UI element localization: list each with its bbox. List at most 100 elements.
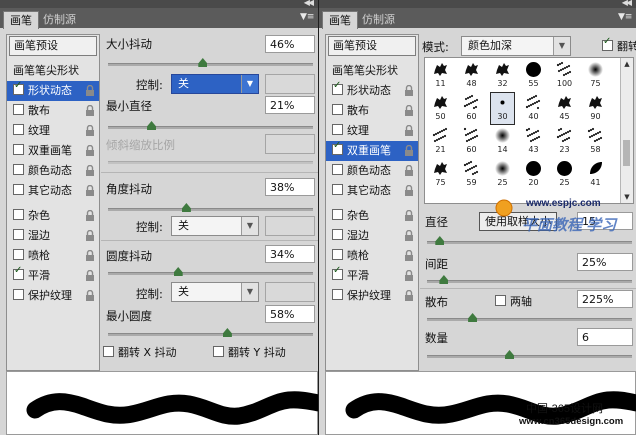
tab-clone-source[interactable]: 仿制源 [356, 11, 401, 28]
sidebar-item-checkbox[interactable] [332, 184, 343, 195]
sidebar-item[interactable]: 平滑 [7, 265, 99, 286]
scatter-slider-thumb[interactable] [468, 313, 478, 322]
sidebar-item[interactable]: 湿边 [326, 226, 418, 246]
both-axes-option[interactable]: 两轴 [495, 293, 532, 309]
brush-presets-button[interactable]: 画笔预设 [328, 36, 416, 56]
mode-select[interactable]: 颜色加深 ▼ [461, 36, 571, 56]
lock-icon[interactable] [404, 185, 414, 197]
lock-icon[interactable] [85, 210, 95, 222]
sidebar-item[interactable]: 其它动态 [326, 181, 418, 201]
sidebar-item-checkbox[interactable] [13, 265, 24, 280]
sidebar-item[interactable]: 其它动态 [7, 181, 99, 201]
brush-tip-cell[interactable]: 23 [553, 126, 576, 157]
spacing-slider-thumb[interactable] [439, 275, 449, 284]
sidebar-item[interactable]: 湿边 [7, 226, 99, 246]
sidebar-item-tip-shape[interactable]: 画笔笔尖形状 [326, 61, 418, 81]
sidebar-item-checkbox[interactable] [13, 124, 24, 135]
brush-tip-cell[interactable]: 75 [584, 60, 607, 91]
brush-tip-cell[interactable]: 58 [584, 126, 607, 157]
sidebar-item[interactable]: 双重画笔 [326, 140, 418, 161]
size-jitter-slider-thumb[interactable] [198, 58, 208, 67]
lock-icon[interactable] [85, 185, 95, 197]
sidebar-item-checkbox[interactable] [332, 124, 343, 135]
sidebar-item-checkbox[interactable] [13, 104, 24, 115]
lock-icon[interactable] [85, 125, 95, 137]
brush-tip-cell[interactable]: 21 [429, 126, 452, 157]
brush-tip-cell[interactable]: 60 [460, 126, 483, 157]
sidebar-item[interactable]: 散布 [7, 101, 99, 121]
lock-icon[interactable] [85, 165, 95, 177]
brush-tip-cell[interactable]: 45 [553, 93, 576, 124]
min-roundness-slider[interactable] [108, 333, 313, 336]
brush-tip-grid[interactable]: 11 48 32 55 100 75 50 60 30 40 45 90 21 60 14 43 23 58 75 5… [424, 57, 634, 204]
spacing-slider[interactable] [427, 280, 632, 283]
sidebar-item-checkbox[interactable] [332, 164, 343, 175]
scatter-slider[interactable] [427, 318, 632, 321]
flip-y-jitter[interactable]: 翻转 Y 抖动 [213, 344, 286, 360]
sidebar-item-checkbox[interactable] [13, 289, 24, 300]
lock-icon[interactable] [404, 270, 414, 282]
lock-icon[interactable] [85, 270, 95, 282]
sidebar-item-checkbox[interactable] [332, 289, 343, 300]
scroll-down-icon[interactable]: ▼ [621, 191, 633, 203]
sidebar-item-checkbox[interactable] [13, 144, 24, 155]
sidebar-item-checkbox[interactable] [332, 104, 343, 115]
lock-icon[interactable] [85, 290, 95, 302]
tab-brush[interactable]: 画笔 [322, 11, 358, 29]
size-jitter-field[interactable]: 46% [265, 35, 315, 53]
sidebar-item[interactable]: 保护纹理 [7, 286, 99, 306]
brush-tip-cell[interactable]: 48 [460, 60, 483, 91]
brush-tip-cell[interactable]: 25 [553, 159, 576, 190]
sidebar-item-checkbox[interactable] [13, 209, 24, 220]
tab-clone-source[interactable]: 仿制源 [37, 11, 82, 28]
count-field[interactable]: 6 [577, 328, 633, 346]
sidebar-item[interactable]: 平滑 [326, 265, 418, 286]
brush-tip-cell[interactable]: 43 [522, 126, 545, 157]
sidebar-item-tip-shape[interactable]: 画笔笔尖形状 [7, 61, 99, 81]
chevron-down-icon[interactable]: ▼ [241, 283, 258, 301]
brush-tip-cell[interactable]: 75 [429, 159, 452, 190]
min-roundness-slider-thumb[interactable] [222, 328, 232, 337]
lock-icon[interactable] [85, 230, 95, 242]
lock-icon[interactable] [85, 105, 95, 117]
brush-tip-cell[interactable]: 11 [429, 60, 452, 91]
scroll-up-icon[interactable]: ▲ [621, 58, 633, 70]
angle-jitter-slider-thumb[interactable] [181, 203, 191, 212]
brush-tip-cell[interactable]: 90 [584, 93, 607, 124]
lock-icon[interactable] [404, 145, 414, 157]
brush-tip-cell[interactable]: 14 [491, 126, 514, 157]
brush-tip-cell[interactable]: 100 [553, 60, 576, 91]
sidebar-item[interactable]: 纹理 [326, 121, 418, 141]
scatter-field[interactable]: 225% [577, 290, 633, 308]
brush-tip-cell[interactable]: 32 [491, 60, 514, 91]
brush-tip-cell[interactable]: 50 [429, 93, 452, 124]
brush-tip-cell[interactable]: 55 [522, 60, 545, 91]
lock-icon[interactable] [404, 125, 414, 137]
chevron-down-icon[interactable]: ▼ [241, 217, 258, 235]
lock-icon[interactable] [404, 85, 414, 97]
lock-icon[interactable] [404, 210, 414, 222]
brush-presets-button[interactable]: 画笔预设 [9, 36, 97, 56]
count-slider[interactable] [427, 355, 632, 358]
sidebar-item-checkbox[interactable] [332, 265, 343, 280]
sidebar-item[interactable]: 颜色动态 [326, 161, 418, 181]
collapse-icon[interactable]: ◀◀ [304, 0, 314, 7]
grid-scrollbar[interactable]: ▲ ▼ [620, 58, 633, 203]
sidebar-item[interactable]: 杂色 [326, 206, 418, 226]
sidebar-item-checkbox[interactable] [13, 184, 24, 195]
sidebar-item-checkbox[interactable] [13, 229, 24, 240]
brush-tip-cell[interactable]: 25 [491, 159, 514, 190]
roundness-jitter-slider-thumb[interactable] [173, 267, 183, 276]
brush-tip-cell[interactable]: 60 [460, 93, 483, 124]
size-control-select[interactable]: 关 ▼ [171, 74, 259, 94]
roundness-jitter-field[interactable]: 34% [265, 245, 315, 263]
sidebar-item[interactable]: 形状动态 [326, 80, 418, 101]
flip-option[interactable]: 翻转 [602, 36, 636, 54]
sidebar-item[interactable]: 散布 [326, 101, 418, 121]
collapse-icon[interactable]: ◀◀ [622, 0, 632, 7]
sidebar-item[interactable]: 喷枪 [326, 246, 418, 266]
chevron-down-icon[interactable]: ▼ [553, 37, 570, 55]
sidebar-item[interactable]: 杂色 [7, 206, 99, 226]
angle-jitter-field[interactable]: 38% [265, 178, 315, 196]
lock-icon[interactable] [404, 290, 414, 302]
